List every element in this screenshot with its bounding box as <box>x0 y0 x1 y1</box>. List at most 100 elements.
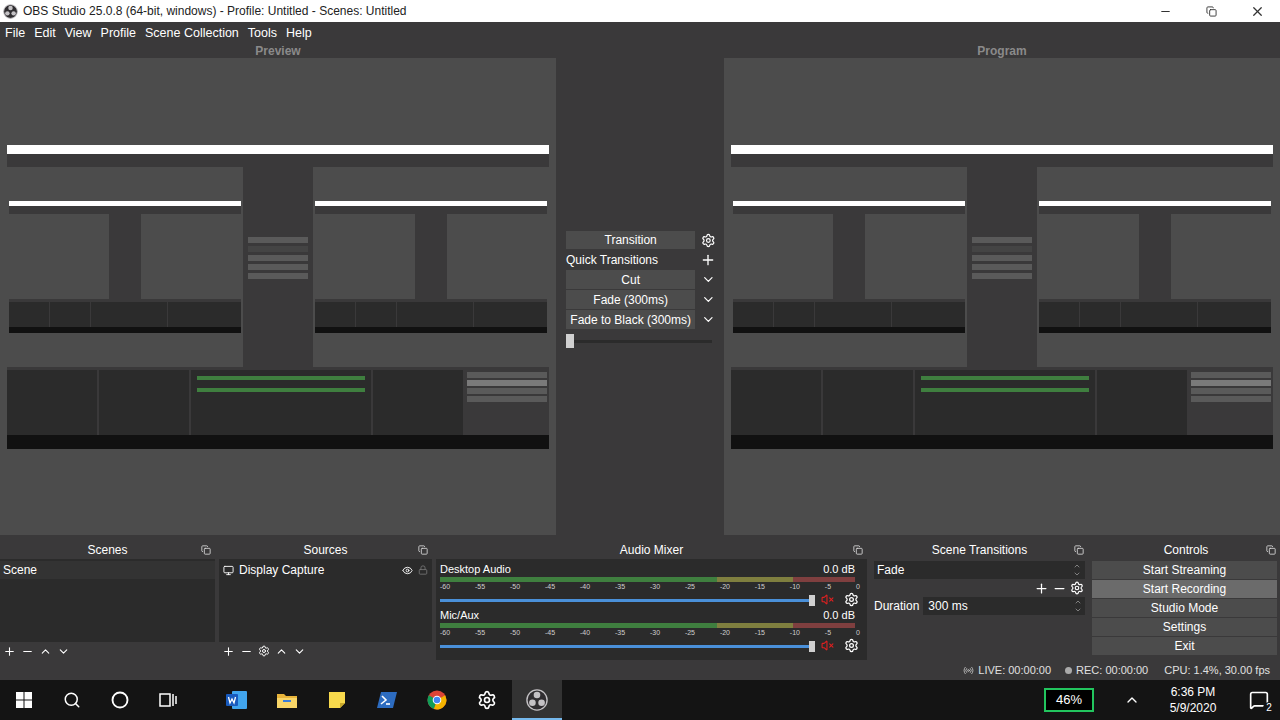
main-area: PreviewTransitionQuick TransitionsCutFad… <box>0 44 1280 535</box>
search-icon <box>63 691 81 709</box>
move-down-icon[interactable] <box>57 645 70 658</box>
taskbar-button[interactable] <box>96 680 144 720</box>
gear-icon[interactable] <box>701 233 716 248</box>
taskbar-app[interactable] <box>312 680 362 720</box>
docks: Scenes SceneSources Display CaptureAudio M… <box>0 535 1280 660</box>
move-up-icon[interactable] <box>275 645 288 658</box>
quick-transitions-label: Quick Transitions <box>566 251 658 269</box>
nested-capture <box>1039 201 1271 333</box>
volume-meter <box>440 623 855 628</box>
chevron-down-icon[interactable] <box>701 292 716 307</box>
mute-icon[interactable] <box>821 639 834 652</box>
taskbar-button[interactable] <box>48 680 96 720</box>
restore-button[interactable] <box>1188 0 1234 22</box>
plus-icon[interactable] <box>700 252 716 268</box>
move-down-icon[interactable] <box>293 645 306 658</box>
lock-icon[interactable] <box>418 565 428 575</box>
rec-dot-icon <box>1065 667 1072 674</box>
duration-label: Duration <box>874 597 919 615</box>
chevron-down-icon[interactable] <box>701 272 716 287</box>
gear-icon[interactable] <box>1070 581 1084 595</box>
transition-slider[interactable] <box>566 332 712 350</box>
menu-item[interactable]: View <box>65 24 92 43</box>
controls-dock: ControlsStart StreamingStart RecordingSt… <box>1092 540 1280 660</box>
volume-slider[interactable] <box>440 594 815 606</box>
scene-transitions-dock: Scene Transitions Fade Duration300 ms <box>871 540 1088 660</box>
menu-item[interactable]: Edit <box>34 24 56 43</box>
menu-item[interactable]: Scene Collection <box>145 24 239 43</box>
preview-pane <box>0 58 556 535</box>
scenes-header: Scenes <box>0 540 215 559</box>
duration-spinbox[interactable]: 300 ms <box>923 597 1085 615</box>
audio-mixer-dock: Audio MixerDesktop Audio0.0 dB-60-55-50-… <box>436 540 867 660</box>
float-icon[interactable] <box>1266 545 1276 555</box>
chevron-up-icon[interactable] <box>1074 598 1082 606</box>
eye-icon[interactable] <box>402 565 413 576</box>
nested-capture <box>733 201 965 333</box>
audio-mixer-header: Audio Mixer <box>436 540 867 559</box>
control-button[interactable]: Start Recording <box>1092 580 1277 598</box>
sources-header: Sources <box>219 540 432 559</box>
scene-transitions-header: Scene Transitions <box>871 540 1088 559</box>
menu-item[interactable]: Help <box>286 24 312 43</box>
remove-icon[interactable] <box>1052 581 1067 596</box>
sources-dock: Sources Display Capture <box>219 540 432 660</box>
remove-icon[interactable] <box>240 645 253 658</box>
tray-chevron-icon[interactable] <box>1124 692 1140 708</box>
taskbar-button[interactable] <box>0 680 48 720</box>
mute-icon[interactable] <box>821 593 834 606</box>
battery-indicator[interactable]: 46% <box>1044 688 1094 712</box>
add-icon[interactable] <box>1034 581 1049 596</box>
control-button[interactable]: Settings <box>1092 618 1277 636</box>
transition-select[interactable]: Fade <box>874 561 1085 579</box>
move-up-icon[interactable] <box>39 645 52 658</box>
close-button[interactable] <box>1234 0 1280 22</box>
float-icon[interactable] <box>418 545 428 555</box>
remove-icon[interactable] <box>21 645 34 658</box>
quick-transition-button[interactable]: Fade (300ms) <box>566 290 695 309</box>
taskbar-app[interactable] <box>362 680 412 720</box>
menu-item[interactable]: Profile <box>101 24 136 43</box>
minimize-button[interactable] <box>1142 0 1188 22</box>
transition-button[interactable]: Transition <box>566 231 695 249</box>
float-icon[interactable] <box>201 545 211 555</box>
taskbar-button[interactable] <box>144 680 192 720</box>
chevron-down-icon[interactable] <box>1074 606 1082 614</box>
obs-icon <box>526 689 548 711</box>
cortana-icon <box>111 691 129 709</box>
gear-icon[interactable] <box>258 645 270 657</box>
taskbar-app[interactable] <box>512 680 562 720</box>
clock[interactable]: 6:36 PM5/9/2020 <box>1148 684 1238 716</box>
gear-icon[interactable] <box>844 638 859 653</box>
control-button[interactable]: Studio Mode <box>1092 599 1277 617</box>
float-icon[interactable] <box>1074 545 1084 555</box>
add-icon[interactable] <box>3 645 16 658</box>
notification-badge: 2 <box>1263 702 1275 714</box>
source-item[interactable]: Display Capture <box>219 561 432 579</box>
channel-reading: 0.0 dB <box>823 561 855 578</box>
close-icon <box>1250 4 1265 19</box>
control-button[interactable]: Exit <box>1092 637 1277 655</box>
live-icon <box>963 665 974 676</box>
taskbar-app[interactable] <box>412 680 462 720</box>
volume-slider[interactable] <box>440 640 815 652</box>
menu-item[interactable]: Tools <box>248 24 277 43</box>
notification-button[interactable]: 2 <box>1238 680 1280 720</box>
chevron-down-icon[interactable] <box>701 312 716 327</box>
cpu-usage: CPU: 1.4%, 30.00 fps <box>1164 662 1270 679</box>
taskbar-app[interactable] <box>212 680 262 720</box>
float-icon[interactable] <box>853 545 863 555</box>
control-button[interactable]: Start Streaming <box>1092 561 1277 579</box>
quick-transition-button[interactable]: Cut <box>566 270 695 289</box>
scene-item[interactable]: Scene <box>0 561 215 579</box>
taskbar-app[interactable] <box>262 680 312 720</box>
quick-transition-button[interactable]: Fade to Black (300ms) <box>566 310 695 329</box>
menu-item[interactable]: File <box>5 24 25 43</box>
taskview-icon <box>159 692 177 708</box>
taskbar-app[interactable] <box>462 680 512 720</box>
gear-icon[interactable] <box>844 592 859 607</box>
obs-logo-icon <box>3 4 18 19</box>
live-time: LIVE: 00:00:00 <box>978 662 1051 679</box>
taskbar: 46% 6:36 PM5/9/2020 2 <box>0 680 1280 720</box>
add-icon[interactable] <box>222 645 235 658</box>
